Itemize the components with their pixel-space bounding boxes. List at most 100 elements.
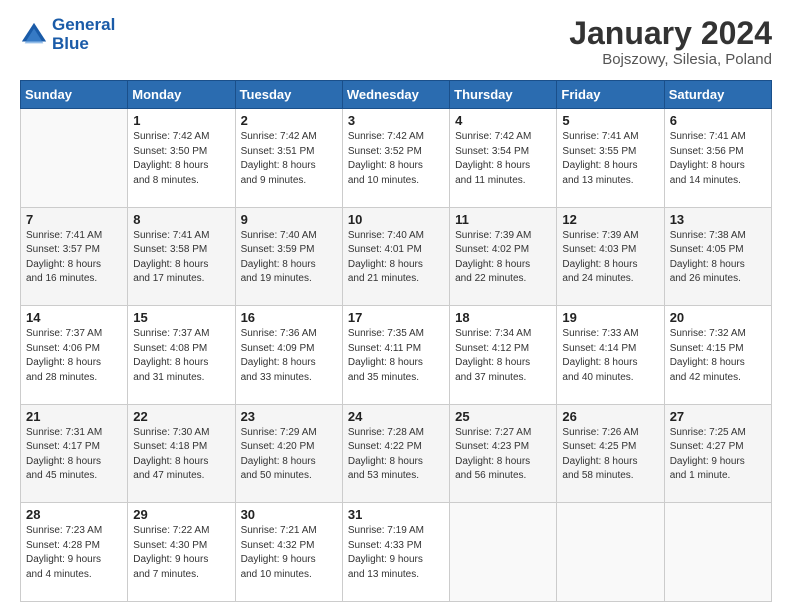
day-number: 2 bbox=[241, 113, 337, 128]
day-number: 13 bbox=[670, 212, 766, 227]
day-info: Sunrise: 7:26 AM Sunset: 4:25 PM Dayligh… bbox=[562, 426, 658, 484]
day-number: 5 bbox=[562, 113, 658, 128]
day-info: Sunrise: 7:22 AM Sunset: 4:30 PM Dayligh… bbox=[133, 524, 229, 582]
day-info: Sunrise: 7:39 AM Sunset: 4:03 PM Dayligh… bbox=[562, 229, 658, 287]
day-number: 7 bbox=[26, 212, 122, 227]
calendar-week-row: 28 Sunrise: 7:23 AM Sunset: 4:28 PM Dayli… bbox=[21, 503, 772, 602]
calendar-day-header: Monday bbox=[128, 81, 235, 109]
day-number: 25 bbox=[455, 409, 551, 424]
calendar-cell: 20 Sunrise: 7:32 AM Sunset: 4:15 PM Dayli… bbox=[664, 306, 771, 405]
day-info: Sunrise: 7:42 AM Sunset: 3:54 PM Dayligh… bbox=[455, 130, 551, 188]
calendar-week-row: 7 Sunrise: 7:41 AM Sunset: 3:57 PM Daylig… bbox=[21, 207, 772, 306]
calendar-cell: 18 Sunrise: 7:34 AM Sunset: 4:12 PM Dayli… bbox=[450, 306, 557, 405]
day-info: Sunrise: 7:42 AM Sunset: 3:52 PM Dayligh… bbox=[348, 130, 444, 188]
calendar-cell: 17Sunrise: 7:35 AM Sunset: 4:11 PM Dayli… bbox=[342, 306, 449, 405]
calendar-cell bbox=[557, 503, 664, 602]
calendar-cell: 25 Sunrise: 7:27 AM Sunset: 4:23 PM Dayli… bbox=[450, 404, 557, 503]
day-number: 14 bbox=[26, 310, 122, 325]
day-number: 17 bbox=[348, 310, 444, 325]
logo: General Blue bbox=[20, 16, 115, 53]
day-info: Sunrise: 7:23 AM Sunset: 4:28 PM Dayligh… bbox=[26, 524, 122, 582]
calendar-cell: 14 Sunrise: 7:37 AM Sunset: 4:06 PM Dayli… bbox=[21, 306, 128, 405]
calendar-cell bbox=[21, 109, 128, 208]
day-number: 30 bbox=[241, 507, 337, 522]
day-number: 15 bbox=[133, 310, 229, 325]
calendar-cell: 28 Sunrise: 7:23 AM Sunset: 4:28 PM Dayli… bbox=[21, 503, 128, 602]
calendar-cell: 23Sunrise: 7:29 AM Sunset: 4:20 PM Dayli… bbox=[235, 404, 342, 503]
day-number: 20 bbox=[670, 310, 766, 325]
day-info: Sunrise: 7:28 AM Sunset: 4:22 PM Dayligh… bbox=[348, 426, 444, 484]
calendar-table: SundayMondayTuesdayWednesdayThursdayFrid… bbox=[20, 80, 772, 602]
subtitle: Bojszowy, Silesia, Poland bbox=[569, 51, 772, 68]
title-block: January 2024 Bojszowy, Silesia, Poland bbox=[569, 16, 772, 68]
calendar-cell: 26 Sunrise: 7:26 AM Sunset: 4:25 PM Dayli… bbox=[557, 404, 664, 503]
day-info: Sunrise: 7:37 AM Sunset: 4:06 PM Dayligh… bbox=[26, 327, 122, 385]
day-number: 27 bbox=[670, 409, 766, 424]
logo-blue: Blue bbox=[52, 35, 115, 54]
day-info: Sunrise: 7:33 AM Sunset: 4:14 PM Dayligh… bbox=[562, 327, 658, 385]
calendar-cell: 8Sunrise: 7:41 AM Sunset: 3:58 PM Daylig… bbox=[128, 207, 235, 306]
logo-general: General bbox=[52, 16, 115, 35]
day-info: Sunrise: 7:39 AM Sunset: 4:02 PM Dayligh… bbox=[455, 229, 551, 287]
day-number: 18 bbox=[455, 310, 551, 325]
calendar-cell: 11 Sunrise: 7:39 AM Sunset: 4:02 PM Dayli… bbox=[450, 207, 557, 306]
day-number: 21 bbox=[26, 409, 122, 424]
calendar-cell: 3 Sunrise: 7:42 AM Sunset: 3:52 PM Daylig… bbox=[342, 109, 449, 208]
calendar-cell bbox=[450, 503, 557, 602]
day-number: 29 bbox=[133, 507, 229, 522]
day-info: Sunrise: 7:25 AM Sunset: 4:27 PM Dayligh… bbox=[670, 426, 766, 484]
calendar-cell: 27 Sunrise: 7:25 AM Sunset: 4:27 PM Dayli… bbox=[664, 404, 771, 503]
calendar-day-header: Wednesday bbox=[342, 81, 449, 109]
day-info: Sunrise: 7:34 AM Sunset: 4:12 PM Dayligh… bbox=[455, 327, 551, 385]
day-number: 12 bbox=[562, 212, 658, 227]
calendar-cell: 24 Sunrise: 7:28 AM Sunset: 4:22 PM Dayli… bbox=[342, 404, 449, 503]
calendar-cell: 19 Sunrise: 7:33 AM Sunset: 4:14 PM Dayli… bbox=[557, 306, 664, 405]
day-number: 10 bbox=[348, 212, 444, 227]
calendar-cell: 9Sunrise: 7:40 AM Sunset: 3:59 PM Daylig… bbox=[235, 207, 342, 306]
calendar-cell: 2 Sunrise: 7:42 AM Sunset: 3:51 PM Daylig… bbox=[235, 109, 342, 208]
calendar-day-header: Saturday bbox=[664, 81, 771, 109]
calendar-header-row: SundayMondayTuesdayWednesdayThursdayFrid… bbox=[21, 81, 772, 109]
calendar-cell: 7 Sunrise: 7:41 AM Sunset: 3:57 PM Daylig… bbox=[21, 207, 128, 306]
day-number: 9 bbox=[241, 212, 337, 227]
day-info: Sunrise: 7:32 AM Sunset: 4:15 PM Dayligh… bbox=[670, 327, 766, 385]
day-info: Sunrise: 7:29 AM Sunset: 4:20 PM Dayligh… bbox=[241, 426, 337, 484]
day-number: 3 bbox=[348, 113, 444, 128]
day-info: Sunrise: 7:27 AM Sunset: 4:23 PM Dayligh… bbox=[455, 426, 551, 484]
day-info: Sunrise: 7:41 AM Sunset: 3:55 PM Dayligh… bbox=[562, 130, 658, 188]
day-info: Sunrise: 7:31 AM Sunset: 4:17 PM Dayligh… bbox=[26, 426, 122, 484]
day-info: Sunrise: 7:40 AM Sunset: 4:01 PM Dayligh… bbox=[348, 229, 444, 287]
day-info: Sunrise: 7:30 AM Sunset: 4:18 PM Dayligh… bbox=[133, 426, 229, 484]
calendar-cell: 13 Sunrise: 7:38 AM Sunset: 4:05 PM Dayli… bbox=[664, 207, 771, 306]
day-info: Sunrise: 7:41 AM Sunset: 3:57 PM Dayligh… bbox=[26, 229, 122, 287]
calendar-cell: 21 Sunrise: 7:31 AM Sunset: 4:17 PM Dayli… bbox=[21, 404, 128, 503]
day-number: 4 bbox=[455, 113, 551, 128]
calendar-day-header: Sunday bbox=[21, 81, 128, 109]
calendar-day-header: Thursday bbox=[450, 81, 557, 109]
day-info: Sunrise: 7:21 AM Sunset: 4:32 PM Dayligh… bbox=[241, 524, 337, 582]
page: General Blue January 2024 Bojszowy, Sile… bbox=[0, 0, 792, 612]
logo-icon bbox=[20, 21, 48, 49]
day-number: 31 bbox=[348, 507, 444, 522]
day-info: Sunrise: 7:42 AM Sunset: 3:50 PM Dayligh… bbox=[133, 130, 229, 188]
calendar-cell: 10 Sunrise: 7:40 AM Sunset: 4:01 PM Dayli… bbox=[342, 207, 449, 306]
calendar-cell: 22 Sunrise: 7:30 AM Sunset: 4:18 PM Dayli… bbox=[128, 404, 235, 503]
day-number: 11 bbox=[455, 212, 551, 227]
calendar-cell: 4 Sunrise: 7:42 AM Sunset: 3:54 PM Daylig… bbox=[450, 109, 557, 208]
day-number: 19 bbox=[562, 310, 658, 325]
calendar-cell bbox=[664, 503, 771, 602]
day-number: 28 bbox=[26, 507, 122, 522]
day-info: Sunrise: 7:38 AM Sunset: 4:05 PM Dayligh… bbox=[670, 229, 766, 287]
calendar-cell: 16Sunrise: 7:36 AM Sunset: 4:09 PM Dayli… bbox=[235, 306, 342, 405]
calendar-cell: 12 Sunrise: 7:39 AM Sunset: 4:03 PM Dayli… bbox=[557, 207, 664, 306]
header: General Blue January 2024 Bojszowy, Sile… bbox=[20, 16, 772, 68]
day-info: Sunrise: 7:41 AM Sunset: 3:58 PM Dayligh… bbox=[133, 229, 229, 287]
calendar-week-row: 1Sunrise: 7:42 AM Sunset: 3:50 PM Daylig… bbox=[21, 109, 772, 208]
day-number: 26 bbox=[562, 409, 658, 424]
day-info: Sunrise: 7:42 AM Sunset: 3:51 PM Dayligh… bbox=[241, 130, 337, 188]
calendar-cell: 6Sunrise: 7:41 AM Sunset: 3:56 PM Daylig… bbox=[664, 109, 771, 208]
day-number: 22 bbox=[133, 409, 229, 424]
day-info: Sunrise: 7:37 AM Sunset: 4:08 PM Dayligh… bbox=[133, 327, 229, 385]
day-number: 24 bbox=[348, 409, 444, 424]
calendar-cell: 15 Sunrise: 7:37 AM Sunset: 4:08 PM Dayli… bbox=[128, 306, 235, 405]
